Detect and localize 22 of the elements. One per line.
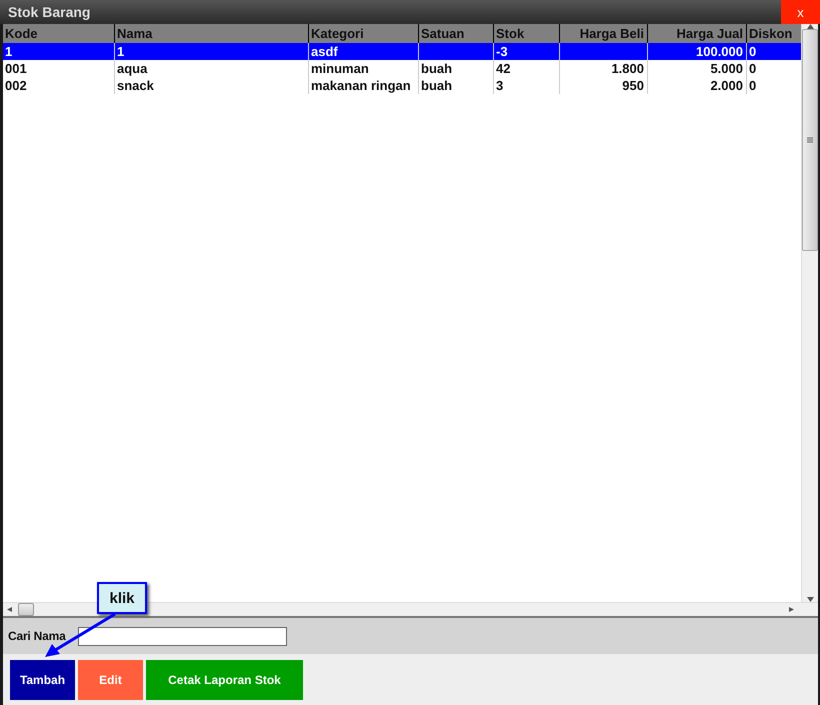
callout: klik — [97, 582, 147, 614]
search-field[interactable] — [78, 626, 287, 646]
horizontal-scrollbar[interactable] — [3, 602, 818, 616]
table-cell: buah — [419, 77, 494, 94]
scroll-thumb[interactable] — [802, 29, 818, 251]
table-cell: 3 — [494, 77, 560, 94]
search-label: Cari Nama — [8, 629, 66, 643]
table-cell: snack — [115, 77, 309, 94]
scroll-right-icon[interactable] — [789, 607, 796, 612]
action-button[interactable]: Edit — [78, 660, 143, 700]
table-cell: 2.000 — [648, 77, 747, 94]
table-cell: 950 — [560, 77, 648, 94]
vertical-scrollbar[interactable] — [801, 24, 818, 602]
table-cell: makanan ringan — [309, 77, 419, 94]
window-title: Stok Barang — [7, 4, 90, 20]
scroll-left-icon[interactable] — [7, 607, 14, 612]
close-button[interactable]: x — [781, 0, 820, 24]
action-button[interactable]: Tambah — [10, 660, 75, 700]
scroll-thumb[interactable] — [18, 603, 34, 616]
action-button[interactable]: Cetak Laporan Stok — [146, 660, 303, 700]
table-row[interactable]: 1 1 asdf -3 100.000 0 — [3, 43, 801, 60]
table-cell: 002 — [3, 77, 115, 94]
